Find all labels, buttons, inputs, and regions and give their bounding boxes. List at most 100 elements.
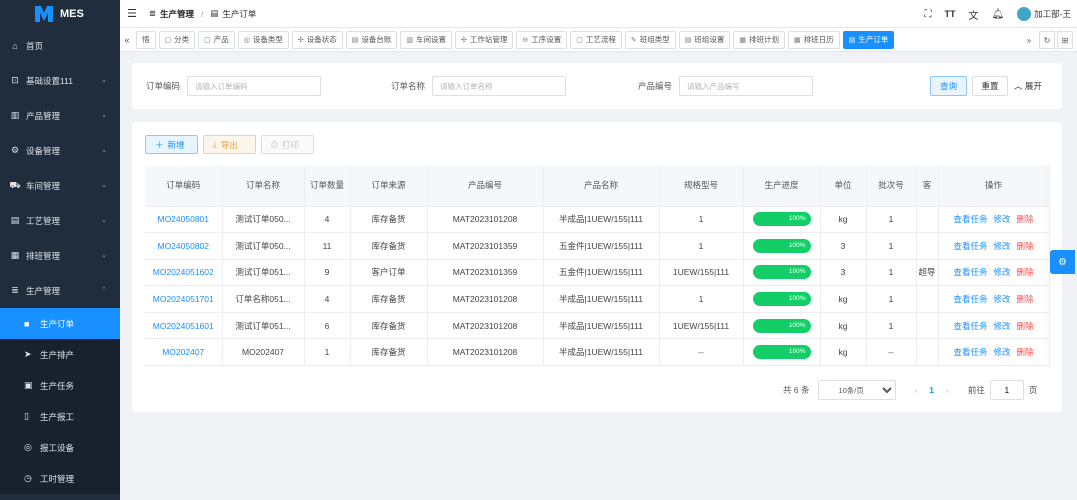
translate-icon[interactable]: 文 <box>968 7 978 22</box>
prev-page-icon[interactable]: ‹ <box>914 385 917 395</box>
sidebar-subitem-3[interactable]: ▯生产报工 <box>0 401 120 432</box>
sidebar-item-4[interactable]: ⛟车间管理⌄ <box>0 168 120 203</box>
cell-code[interactable]: MO2024051602 <box>145 259 222 286</box>
cell-operations: 查看任务修改删除 <box>938 286 1049 313</box>
app-logo[interactable]: MES <box>0 0 120 28</box>
sidebar-item-7[interactable]: ≣生产管理⌃ <box>0 273 120 308</box>
table-header-row: 订单编码订单名称订单数量订单来源产品编号产品名称规格型号生产进度单位批次号客操作 <box>145 166 1049 206</box>
sidebar-subitem-1[interactable]: ➤生产排产 <box>0 339 120 370</box>
delete-link[interactable]: 删除 <box>1017 321 1034 331</box>
tab-13[interactable]: ▦排班日历 <box>788 31 840 49</box>
hamburger-icon[interactable]: ☰ <box>127 7 137 20</box>
sidebar-subitem-2[interactable]: ▣生产任务 <box>0 370 120 401</box>
delete-link[interactable]: 删除 <box>1017 347 1034 357</box>
view-task-link[interactable]: 查看任务 <box>953 214 987 224</box>
expand-toggle[interactable]: ︿ 展开 <box>1014 80 1042 92</box>
tabs-menu-icon[interactable]: ⊞ <box>1057 31 1073 49</box>
cell-unit: kg <box>820 206 866 233</box>
sidebar-subitem-5[interactable]: ◷工时管理 <box>0 463 120 494</box>
sidebar-item-6[interactable]: ▦排班管理⌄ <box>0 238 120 273</box>
view-task-link[interactable]: 查看任务 <box>953 294 987 304</box>
tab-6[interactable]: ▥车间设置 <box>400 31 452 49</box>
sidebar-item-2[interactable]: ▥产品管理⌄ <box>0 98 120 133</box>
query-button[interactable]: 查询 <box>930 76 967 96</box>
breadcrumb-parent[interactable]: 生产管理 <box>160 8 194 20</box>
settings-float-button[interactable]: ⚙ <box>1050 250 1075 274</box>
delete-link[interactable]: 删除 <box>1017 214 1034 224</box>
tab-5[interactable]: ▤设备台账 <box>346 31 398 49</box>
page-size-select[interactable]: 10条/页 <box>818 380 896 400</box>
view-task-link[interactable]: 查看任务 <box>953 267 987 277</box>
tab-8[interactable]: ⊖工序设置 <box>516 31 567 49</box>
table-row[interactable]: MO24050802测试订单050...11库存备货MAT2023101359五… <box>145 233 1049 260</box>
tab-10[interactable]: ✎班组类型 <box>625 31 676 49</box>
goto-page-input[interactable] <box>990 380 1024 400</box>
cell-source: 库存备货 <box>350 286 427 313</box>
bell-icon[interactable]: 🔔︎ <box>991 9 1004 20</box>
sidebar-item-0[interactable]: ⌂首页 <box>0 28 120 63</box>
sidebar-item-1[interactable]: ⊡基础设置111⌄ <box>0 63 120 98</box>
table-row[interactable]: MO202407MO2024071库存备货MAT2023101208半成品|1U… <box>145 339 1049 366</box>
column-header: 生产进度 <box>743 166 820 206</box>
sidebar-subitem-4[interactable]: ◎报工设备 <box>0 432 120 463</box>
tab-11[interactable]: ▤班组设置 <box>679 31 731 49</box>
add-button[interactable]: ＋新增 <box>145 135 198 154</box>
cell-batch: 1 <box>866 206 916 233</box>
tab-7[interactable]: ✣工作站管理 <box>455 31 513 49</box>
tab-4[interactable]: ✣设备状态 <box>292 31 343 49</box>
order-code-field: 订单编码 <box>146 76 321 96</box>
sidebar-item-5[interactable]: ▤工艺管理⌄ <box>0 203 120 238</box>
tabs-scroll-left-icon[interactable]: « <box>120 35 134 45</box>
tab-0[interactable]: 悟 <box>136 31 156 49</box>
table-row[interactable]: MO24050801测试订单050...4库存备货MAT2023101208半成… <box>145 206 1049 233</box>
sidebar-subitem-0[interactable]: ■生产订单 <box>0 308 120 339</box>
tab-1[interactable]: ▢分类 <box>159 31 196 49</box>
tab-9[interactable]: ▢工艺流程 <box>570 31 622 49</box>
cell-spec: 1 <box>659 206 743 233</box>
printer-icon: ⎙ <box>271 139 278 150</box>
cell-code[interactable]: MO2024051701 <box>145 286 222 313</box>
next-page-icon[interactable]: › <box>946 385 949 395</box>
fullscreen-icon[interactable]: ⛶ <box>924 9 931 20</box>
tab-3[interactable]: ◎设备类型 <box>238 31 289 49</box>
edit-link[interactable]: 修改 <box>993 214 1010 224</box>
tab-2[interactable]: ▢产品 <box>198 31 235 49</box>
page-number-current[interactable]: 1 <box>929 385 934 395</box>
delete-link[interactable]: 删除 <box>1017 241 1034 251</box>
cell-code[interactable]: MO24050801 <box>145 206 222 233</box>
delete-link[interactable]: 删除 <box>1017 294 1034 304</box>
cell-unit: kg <box>820 339 866 366</box>
view-task-link[interactable]: 查看任务 <box>953 347 987 357</box>
edit-link[interactable]: 修改 <box>993 294 1010 304</box>
product-code-input[interactable] <box>679 76 813 96</box>
view-task-link[interactable]: 查看任务 <box>953 321 987 331</box>
table-row[interactable]: MO2024051602测试订单051...9客户订单MAT2023101359… <box>145 259 1049 286</box>
print-button[interactable]: ⎙打印 <box>261 135 314 154</box>
tab-14[interactable]: ▤生产订单 <box>843 31 895 49</box>
tabs-scroll-right-icon[interactable]: » <box>1021 31 1037 49</box>
column-header: 订单数量 <box>304 166 350 206</box>
table-row[interactable]: MO2024051701订单名称051...4库存备货MAT2023101208… <box>145 286 1049 313</box>
progress-bar: 100% <box>753 212 811 226</box>
tab-icon: ✣ <box>461 36 467 44</box>
edit-link[interactable]: 修改 <box>993 347 1010 357</box>
view-task-link[interactable]: 查看任务 <box>953 241 987 251</box>
cell-code[interactable]: MO24050802 <box>145 233 222 260</box>
order-name-input[interactable] <box>432 76 566 96</box>
user-menu[interactable]: 加工部-王 <box>1017 7 1071 21</box>
export-button[interactable]: ⤓导出 <box>203 135 256 154</box>
tab-12[interactable]: ▦排班计划 <box>733 31 785 49</box>
font-size-icon[interactable]: TT <box>944 9 955 19</box>
order-code-input[interactable] <box>187 76 321 96</box>
sidebar-item-3[interactable]: ⚙设备管理⌄ <box>0 133 120 168</box>
edit-link[interactable]: 修改 <box>993 321 1010 331</box>
download-icon: ⤓ <box>213 139 217 150</box>
delete-link[interactable]: 删除 <box>1017 267 1034 277</box>
cell-code[interactable]: MO2024051601 <box>145 312 222 339</box>
reset-button[interactable]: 重置 <box>972 76 1008 96</box>
cell-code[interactable]: MO202407 <box>145 339 222 366</box>
edit-link[interactable]: 修改 <box>993 241 1010 251</box>
table-row[interactable]: MO2024051601测试订单051...6库存备货MAT2023101208… <box>145 312 1049 339</box>
edit-link[interactable]: 修改 <box>993 267 1010 277</box>
refresh-icon[interactable]: ↻ <box>1039 31 1055 49</box>
